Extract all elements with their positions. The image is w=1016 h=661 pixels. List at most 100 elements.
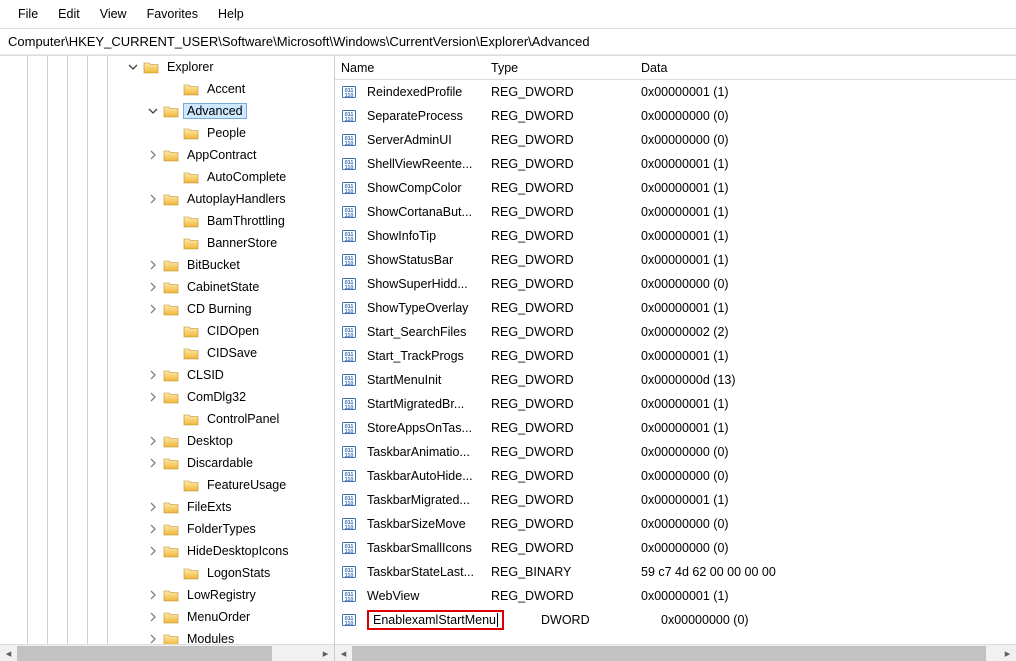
menu-edit[interactable]: Edit bbox=[48, 4, 90, 24]
value-row[interactable]: ShowSuperHidd...REG_DWORD0x00000000 (0) bbox=[335, 272, 1016, 296]
tree-node[interactable]: FileExts bbox=[0, 496, 334, 518]
chevron-right-icon[interactable] bbox=[145, 367, 161, 383]
tree-node[interactable]: People bbox=[0, 122, 334, 144]
tree-node[interactable]: BitBucket bbox=[0, 254, 334, 276]
folder-icon bbox=[163, 259, 179, 272]
tree-node[interactable]: Accent bbox=[0, 78, 334, 100]
chevron-right-icon[interactable] bbox=[145, 543, 161, 559]
chevron-right-icon[interactable] bbox=[145, 389, 161, 405]
header-name[interactable]: Name bbox=[335, 58, 485, 78]
value-name: TaskbarStateLast... bbox=[361, 565, 491, 579]
chevron-right-icon[interactable] bbox=[145, 257, 161, 273]
chevron-right-icon[interactable] bbox=[145, 521, 161, 537]
dword-icon bbox=[341, 492, 357, 508]
value-data: 0x00000001 (1) bbox=[641, 493, 1016, 507]
value-row[interactable]: EnablexamlStartMenuDWORD0x00000000 (0) bbox=[335, 608, 1016, 632]
dword-icon bbox=[341, 516, 357, 532]
chevron-right-icon[interactable] bbox=[145, 301, 161, 317]
chevron-down-icon[interactable] bbox=[125, 59, 141, 75]
value-row[interactable]: SeparateProcessREG_DWORD0x00000000 (0) bbox=[335, 104, 1016, 128]
header-data[interactable]: Data bbox=[635, 58, 1016, 78]
chevron-right-icon[interactable] bbox=[145, 631, 161, 644]
header-type[interactable]: Type bbox=[485, 58, 635, 78]
value-row[interactable]: Start_SearchFilesREG_DWORD0x00000002 (2) bbox=[335, 320, 1016, 344]
tree-node[interactable]: HideDesktopIcons bbox=[0, 540, 334, 562]
tree-node[interactable]: MenuOrder bbox=[0, 606, 334, 628]
value-row[interactable]: TaskbarSizeMoveREG_DWORD0x00000000 (0) bbox=[335, 512, 1016, 536]
tree-node[interactable]: AutoplayHandlers bbox=[0, 188, 334, 210]
value-data: 0x0000000d (13) bbox=[641, 373, 1016, 387]
chevron-right-icon[interactable] bbox=[145, 587, 161, 603]
value-row[interactable]: WebViewREG_DWORD0x00000001 (1) bbox=[335, 584, 1016, 608]
menu-view[interactable]: View bbox=[90, 4, 137, 24]
tree-node[interactable]: Modules bbox=[0, 628, 334, 644]
tree-node[interactable]: Discardable bbox=[0, 452, 334, 474]
value-row[interactable]: TaskbarAnimatio...REG_DWORD0x00000000 (0… bbox=[335, 440, 1016, 464]
tree-h-scrollbar[interactable]: ◂ ▸ bbox=[0, 644, 334, 661]
menu-help[interactable]: Help bbox=[208, 4, 254, 24]
tree-node-label: CIDSave bbox=[203, 345, 261, 361]
value-row[interactable]: ShowCortanaBut...REG_DWORD0x00000001 (1) bbox=[335, 200, 1016, 224]
tree-node[interactable]: FolderTypes bbox=[0, 518, 334, 540]
value-row[interactable]: ShowStatusBarREG_DWORD0x00000001 (1) bbox=[335, 248, 1016, 272]
chevron-right-icon[interactable] bbox=[145, 609, 161, 625]
column-headers[interactable]: Name Type Data bbox=[335, 56, 1016, 80]
tree-node-label: Desktop bbox=[183, 433, 237, 449]
menu-file[interactable]: File bbox=[8, 4, 48, 24]
folder-icon bbox=[183, 479, 199, 492]
chevron-down-icon[interactable] bbox=[145, 103, 161, 119]
tree-node[interactable]: AutoComplete bbox=[0, 166, 334, 188]
tree-node[interactable]: ComDlg32 bbox=[0, 386, 334, 408]
value-row[interactable]: ShowInfoTipREG_DWORD0x00000001 (1) bbox=[335, 224, 1016, 248]
tree-node[interactable]: CD Burning bbox=[0, 298, 334, 320]
address-bar[interactable]: Computer\HKEY_CURRENT_USER\Software\Micr… bbox=[0, 29, 1016, 55]
value-row[interactable]: StoreAppsOnTas...REG_DWORD0x00000001 (1) bbox=[335, 416, 1016, 440]
value-row[interactable]: ShowTypeOverlayREG_DWORD0x00000001 (1) bbox=[335, 296, 1016, 320]
chevron-right-icon[interactable] bbox=[145, 455, 161, 471]
value-row[interactable]: Start_TrackProgsREG_DWORD0x00000001 (1) bbox=[335, 344, 1016, 368]
chevron-right-icon[interactable] bbox=[145, 147, 161, 163]
tree-node[interactable]: LowRegistry bbox=[0, 584, 334, 606]
value-row[interactable]: ShowCompColorREG_DWORD0x00000001 (1) bbox=[335, 176, 1016, 200]
value-row[interactable]: StartMigratedBr...REG_DWORD0x00000001 (1… bbox=[335, 392, 1016, 416]
chevron-right-icon[interactable] bbox=[145, 433, 161, 449]
value-row[interactable]: TaskbarSmallIconsREG_DWORD0x00000000 (0) bbox=[335, 536, 1016, 560]
values-h-scrollbar[interactable]: ◂ ▸ bbox=[335, 644, 1016, 661]
rename-input[interactable]: EnablexamlStartMenu bbox=[367, 610, 504, 630]
tree-node[interactable]: Explorer bbox=[0, 56, 334, 78]
value-row[interactable]: ServerAdminUIREG_DWORD0x00000000 (0) bbox=[335, 128, 1016, 152]
value-name: ShowStatusBar bbox=[361, 253, 491, 267]
tree-node-label: BamThrottling bbox=[203, 213, 289, 229]
menu-favorites[interactable]: Favorites bbox=[137, 4, 208, 24]
value-row[interactable]: ReindexedProfileREG_DWORD0x00000001 (1) bbox=[335, 80, 1016, 104]
value-data: 0x00000001 (1) bbox=[641, 253, 1016, 267]
dword-icon bbox=[341, 372, 357, 388]
tree-node[interactable]: CLSID bbox=[0, 364, 334, 386]
tree-node[interactable]: CIDSave bbox=[0, 342, 334, 364]
tree-node[interactable]: CabinetState bbox=[0, 276, 334, 298]
folder-icon bbox=[183, 413, 199, 426]
value-row[interactable]: ShellViewReente...REG_DWORD0x00000001 (1… bbox=[335, 152, 1016, 176]
tree-node[interactable]: FeatureUsage bbox=[0, 474, 334, 496]
chevron-right-icon[interactable] bbox=[145, 191, 161, 207]
value-row[interactable]: TaskbarAutoHide...REG_DWORD0x00000000 (0… bbox=[335, 464, 1016, 488]
tree-node[interactable]: Desktop bbox=[0, 430, 334, 452]
value-row[interactable]: StartMenuInitREG_DWORD0x0000000d (13) bbox=[335, 368, 1016, 392]
chevron-right-icon[interactable] bbox=[145, 499, 161, 515]
value-row[interactable]: TaskbarStateLast...REG_BINARY59 c7 4d 62… bbox=[335, 560, 1016, 584]
tree-node[interactable]: CIDOpen bbox=[0, 320, 334, 342]
value-type: REG_DWORD bbox=[491, 85, 641, 99]
value-type: REG_DWORD bbox=[491, 397, 641, 411]
tree-node-label: MenuOrder bbox=[183, 609, 254, 625]
dword-icon bbox=[341, 588, 357, 604]
dword-icon bbox=[341, 324, 357, 340]
tree-node[interactable]: BannerStore bbox=[0, 232, 334, 254]
tree-node[interactable]: AppContract bbox=[0, 144, 334, 166]
value-row[interactable]: TaskbarMigrated...REG_DWORD0x00000001 (1… bbox=[335, 488, 1016, 512]
tree-node[interactable]: ControlPanel bbox=[0, 408, 334, 430]
tree-node[interactable]: BamThrottling bbox=[0, 210, 334, 232]
value-name: TaskbarSizeMove bbox=[361, 517, 491, 531]
tree-node[interactable]: Advanced bbox=[0, 100, 334, 122]
chevron-right-icon[interactable] bbox=[145, 279, 161, 295]
tree-node[interactable]: LogonStats bbox=[0, 562, 334, 584]
